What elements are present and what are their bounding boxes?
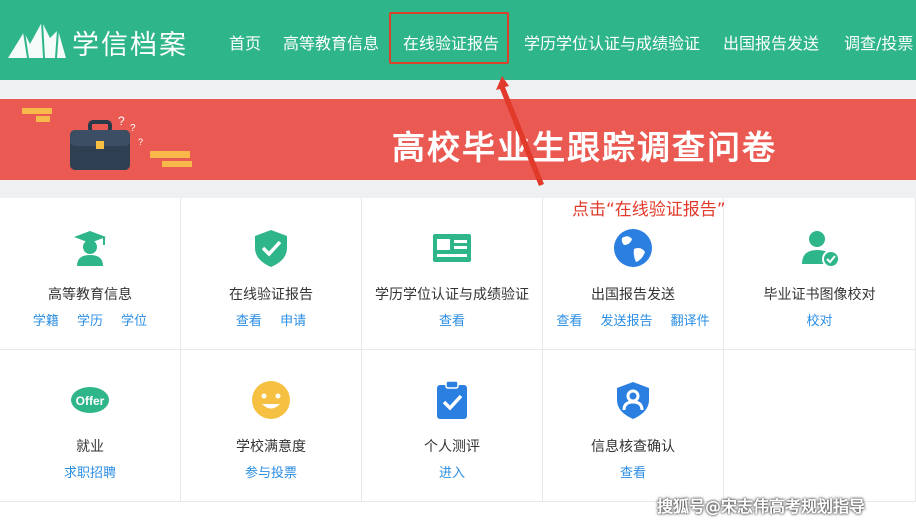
link-job-search[interactable]: 求职招聘 <box>64 466 116 481</box>
service-employment[interactable]: Offer 就业 求职招聘 <box>0 350 181 502</box>
service-information-check[interactable]: 信息核查确认 查看 <box>543 350 724 502</box>
link-view[interactable]: 查看 <box>439 314 465 329</box>
clipboard-check-icon <box>437 380 467 419</box>
decoration-bar <box>36 116 50 122</box>
svg-text:?: ? <box>130 123 136 134</box>
graduate-icon <box>74 231 106 266</box>
service-title: 出国报告发送 <box>591 287 675 303</box>
brand-name[interactable]: 学信档案 <box>72 23 188 62</box>
service-title: 在线验证报告 <box>229 287 313 303</box>
link-degree[interactable]: 学位 <box>121 314 147 329</box>
watermark: 搜狐号@宋志伟高考规划指导 <box>657 497 866 516</box>
smiley-icon <box>252 381 290 419</box>
service-personal-assessment[interactable]: 个人测评 进入 <box>362 350 543 502</box>
service-overseas-report[interactable]: 出国报告发送 查看 发送报告 翻译件 <box>543 198 724 350</box>
link-view[interactable]: 查看 <box>556 314 582 329</box>
nav-higher-education-info[interactable]: 高等教育信息 <box>283 30 379 54</box>
user-check-icon <box>801 231 840 268</box>
logo-icon[interactable] <box>6 18 68 60</box>
link-apply[interactable]: 申请 <box>280 314 306 329</box>
decoration-bar <box>150 151 190 158</box>
nav-survey-vote[interactable]: 调查/投票 <box>844 30 913 54</box>
service-title: 信息核查确认 <box>591 439 675 455</box>
link-proofread[interactable]: 校对 <box>806 314 832 329</box>
nav-home[interactable]: 首页 <box>229 30 261 54</box>
survey-banner[interactable]: ? ? ? 高校毕业生跟踪调查问卷 <box>0 99 916 180</box>
service-degree-certification[interactable]: 学历学位认证与成绩验证 查看 <box>362 198 543 350</box>
decoration-bar <box>22 108 52 114</box>
id-card-icon <box>433 234 471 262</box>
link-student-status[interactable]: 学籍 <box>33 314 59 329</box>
service-title: 学历学位认证与成绩验证 <box>375 287 529 303</box>
top-navigation-bar: 学信档案 首页 高等教育信息 在线验证报告 学历学位认证与成绩验证 出国报告发送… <box>0 0 916 80</box>
service-higher-education-info[interactable]: 高等教育信息 学籍 学历 学位 <box>0 198 181 350</box>
shield-check-icon <box>255 230 287 267</box>
service-title: 个人测评 <box>424 439 480 455</box>
highlight-box <box>389 12 509 64</box>
service-title: 学校满意度 <box>236 439 306 455</box>
link-send-report[interactable]: 发送报告 <box>600 314 652 329</box>
empty-cell <box>724 350 916 502</box>
offer-icon: Offer <box>71 387 109 413</box>
svg-text:?: ? <box>138 137 143 147</box>
globe-icon <box>614 229 652 267</box>
link-view[interactable]: 查看 <box>620 466 646 481</box>
briefcase-icon: ? ? ? <box>70 115 143 170</box>
nav-overseas-report[interactable]: 出国报告发送 <box>723 30 819 54</box>
service-school-satisfaction[interactable]: 学校满意度 参与投票 <box>181 350 362 502</box>
service-title: 就业 <box>76 439 104 455</box>
link-view[interactable]: 查看 <box>236 314 262 329</box>
shield-user-icon <box>617 382 649 419</box>
link-vote[interactable]: 参与投票 <box>245 466 297 481</box>
svg-text:?: ? <box>118 115 125 128</box>
banner-title: 高校毕业生跟踪调查问卷 <box>392 128 777 167</box>
service-grid: 高等教育信息 学籍 学历 学位 在线验证报告 查看 申请 学历学位认证与成绩验证… <box>0 198 916 524</box>
link-academic-record[interactable]: 学历 <box>77 314 103 329</box>
svg-text:Offer: Offer <box>76 394 105 408</box>
link-translation[interactable]: 翻译件 <box>671 314 710 329</box>
service-title: 高等教育信息 <box>48 287 132 303</box>
link-enter[interactable]: 进入 <box>439 466 465 481</box>
service-online-verification-report[interactable]: 在线验证报告 查看 申请 <box>181 198 362 350</box>
nav-degree-certification[interactable]: 学历学位认证与成绩验证 <box>524 30 700 54</box>
annotation-text: 点击“在线验证报告” <box>572 200 726 220</box>
service-diploma-image-check[interactable]: 毕业证书图像校对 校对 <box>724 198 916 350</box>
service-title: 毕业证书图像校对 <box>763 287 876 303</box>
decoration-bar <box>162 161 192 167</box>
